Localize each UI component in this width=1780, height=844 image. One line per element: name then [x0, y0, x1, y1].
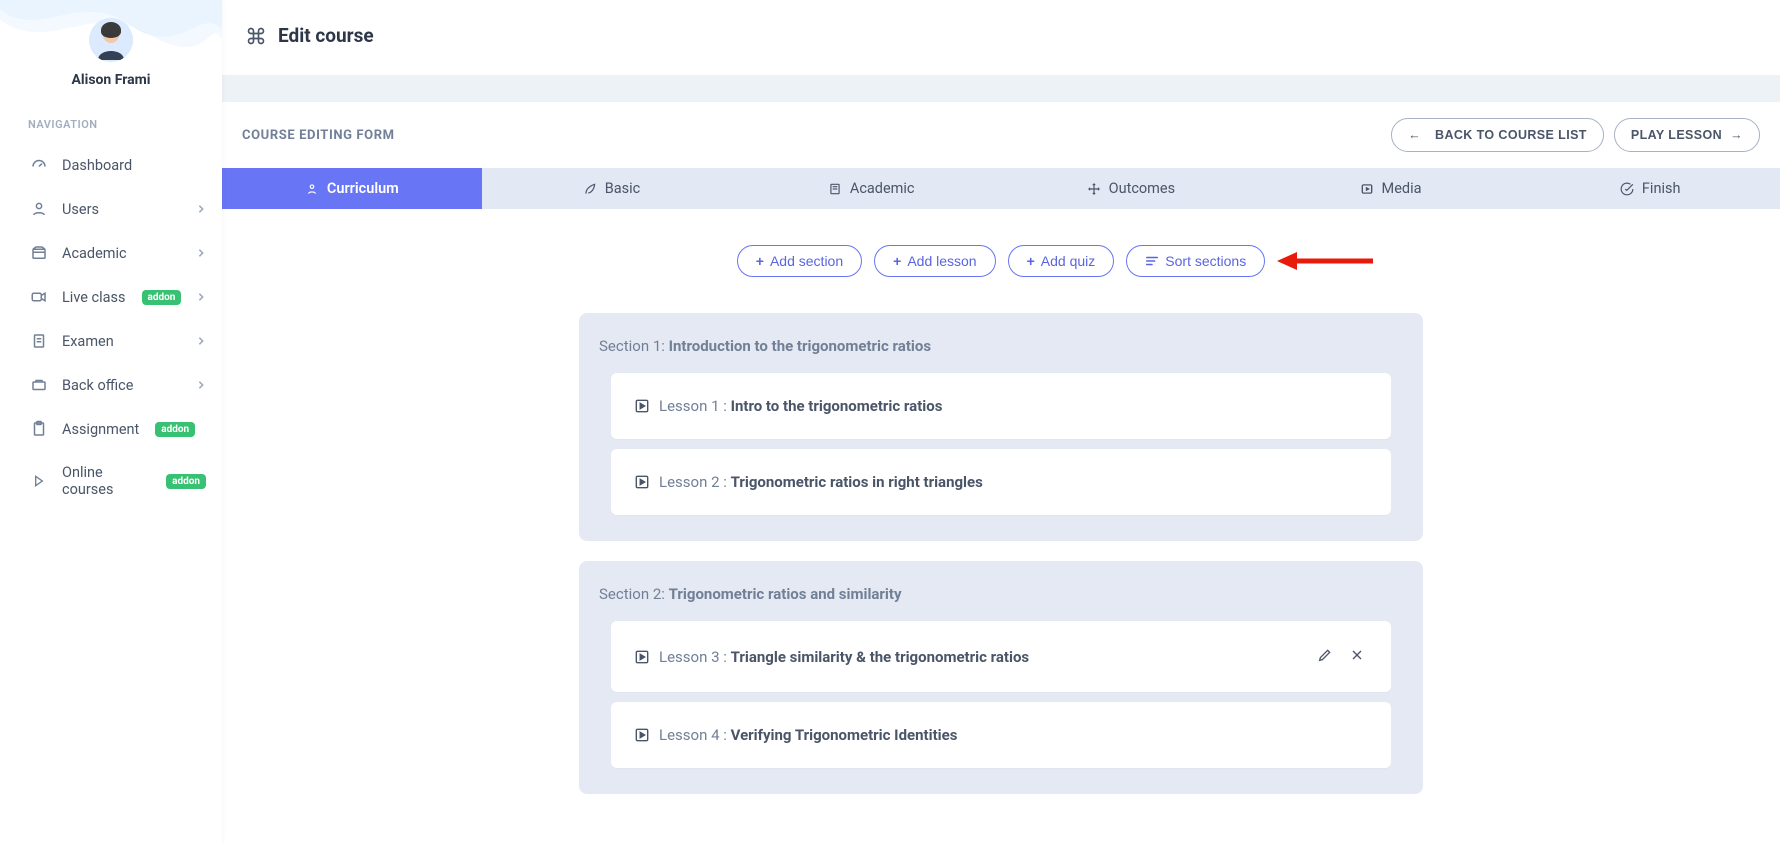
chevron-right-icon — [196, 201, 206, 218]
tab-label: Basic — [605, 180, 641, 197]
header-actions: BACK TO COURSE LIST PLAY LESSON→ — [1391, 118, 1760, 152]
edit-lesson-button[interactable] — [1315, 645, 1335, 668]
tab-label: Finish — [1642, 180, 1681, 197]
book-icon — [828, 182, 842, 196]
nav-online-courses-icon — [30, 472, 48, 490]
tab-label: Curriculum — [327, 180, 399, 197]
highlight-arrow-icon — [1277, 250, 1373, 272]
nav-assignment-icon — [30, 420, 48, 438]
lesson-row[interactable]: Lesson 4 : Verifying Trigonometric Ident… — [611, 702, 1391, 768]
nav-dashboard-icon — [30, 156, 48, 174]
check-icon — [1620, 182, 1634, 196]
chevron-right-icon — [196, 377, 206, 394]
add-lesson-button[interactable]: Add lesson — [874, 245, 995, 277]
addon-badge: addon — [166, 474, 206, 489]
add-section-button[interactable]: Add section — [737, 245, 862, 277]
tab-label: Outcomes — [1109, 180, 1175, 197]
section-block: Section 1: Introduction to the trigonome… — [579, 313, 1423, 541]
lesson-row[interactable]: Lesson 3 : Triangle similarity & the tri… — [611, 621, 1391, 692]
play-icon — [635, 399, 649, 413]
section-title: Section 1: Introduction to the trigonome… — [599, 337, 1405, 355]
addon-badge: addon — [142, 290, 182, 305]
tab-curriculum[interactable]: Curriculum — [222, 168, 482, 209]
chevron-right-icon — [196, 245, 206, 262]
nav-online-courses[interactable]: Online courses addon — [0, 451, 222, 511]
leaf-icon — [583, 182, 597, 196]
tab-media[interactable]: Media — [1261, 168, 1521, 209]
lesson-label: Lesson 2 : Trigonometric ratios in right… — [659, 473, 983, 491]
lesson-row[interactable]: Lesson 2 : Trigonometric ratios in right… — [611, 449, 1391, 515]
sort-sections-button[interactable]: Sort sections — [1126, 245, 1265, 277]
nav-users[interactable]: Users — [0, 187, 222, 231]
nav-label: Online courses — [62, 464, 150, 498]
lesson-label: Lesson 1 : Intro to the trigonometric ra… — [659, 397, 942, 415]
sort-icon — [1145, 254, 1159, 268]
page-header: Edit course — [222, 0, 1780, 76]
nav-label: Back office — [62, 377, 133, 394]
nav-label: Users — [62, 201, 99, 218]
curriculum-icon — [305, 182, 319, 196]
nav-live-class-icon — [30, 288, 48, 306]
lesson-label: Lesson 3 : Triangle similarity & the tri… — [659, 648, 1029, 666]
nav-assignment[interactable]: Assignment addon — [0, 407, 222, 451]
delete-lesson-button[interactable] — [1347, 645, 1367, 668]
tab-label: Media — [1382, 180, 1422, 197]
command-icon — [246, 26, 266, 46]
section-block: Section 2: Trigonometric ratios and simi… — [579, 561, 1423, 794]
curriculum-body: Add section Add lesson Add quiz Sort sec… — [222, 209, 1780, 844]
nav-academic-icon — [30, 244, 48, 262]
media-icon — [1360, 182, 1374, 196]
nav-label: Examen — [62, 333, 114, 350]
nav-label: Academic — [62, 245, 127, 262]
chevron-right-icon — [196, 333, 206, 350]
pencil-icon — [1317, 647, 1333, 663]
play-icon — [635, 475, 649, 489]
back-to-course-list-button[interactable]: BACK TO COURSE LIST — [1391, 118, 1604, 152]
sidebar: Alison Frami NAVIGATION Dashboard Users Ac… — [0, 0, 222, 844]
form-title: COURSE EDITING FORM — [242, 128, 395, 143]
nav-back-office[interactable]: Back office — [0, 363, 222, 407]
nav-back-office-icon — [30, 376, 48, 394]
course-edit-card: COURSE EDITING FORM BACK TO COURSE LIST … — [222, 102, 1780, 844]
lesson-label: Lesson 4 : Verifying Trigonometric Ident… — [659, 726, 957, 744]
sidebar-section-heading: NAVIGATION — [0, 96, 222, 139]
nav-live-class[interactable]: Live class addon — [0, 275, 222, 319]
nav-academic[interactable]: Academic — [0, 231, 222, 275]
form-header: COURSE EDITING FORM BACK TO COURSE LIST … — [222, 102, 1780, 168]
tab-finish[interactable]: Finish — [1520, 168, 1780, 209]
tab-basic[interactable]: Basic — [482, 168, 742, 209]
tab-outcomes[interactable]: Outcomes — [1001, 168, 1261, 209]
user-name: Alison Frami — [72, 72, 151, 88]
avatar[interactable] — [89, 18, 133, 62]
play-lesson-button[interactable]: PLAY LESSON→ — [1614, 118, 1760, 152]
move-icon — [1087, 182, 1101, 196]
sections-list: Section 1: Introduction to the trigonome… — [579, 313, 1423, 794]
play-icon — [635, 650, 649, 664]
play-icon — [635, 728, 649, 742]
nav-label: Assignment — [62, 421, 139, 438]
sidebar-header: Alison Frami — [0, 0, 222, 96]
nav-dashboard[interactable]: Dashboard — [0, 143, 222, 187]
chevron-right-icon — [196, 289, 206, 306]
lesson-actions — [1315, 645, 1367, 668]
nav-examen-icon — [30, 332, 48, 350]
nav-examen[interactable]: Examen — [0, 319, 222, 363]
main-content: Edit course COURSE EDITING FORM BACK TO … — [222, 0, 1780, 844]
nav-label: Live class — [62, 289, 126, 306]
nav-users-icon — [30, 200, 48, 218]
nav-label: Dashboard — [62, 157, 132, 174]
course-tabs: Curriculum Basic Academic Outcomes Media Fini… — [222, 168, 1780, 209]
addon-badge: addon — [155, 422, 195, 437]
page-title: Edit course — [278, 24, 374, 47]
add-quiz-button[interactable]: Add quiz — [1008, 245, 1115, 277]
close-icon — [1349, 647, 1365, 663]
curriculum-actions: Add section Add lesson Add quiz Sort sec… — [222, 245, 1780, 277]
tab-label: Academic — [850, 180, 915, 197]
lesson-row[interactable]: Lesson 1 : Intro to the trigonometric ra… — [611, 373, 1391, 439]
sidebar-nav: Dashboard Users Academic Live class addon Exa… — [0, 139, 222, 515]
section-title: Section 2: Trigonometric ratios and simi… — [599, 585, 1405, 603]
tab-academic[interactable]: Academic — [741, 168, 1001, 209]
